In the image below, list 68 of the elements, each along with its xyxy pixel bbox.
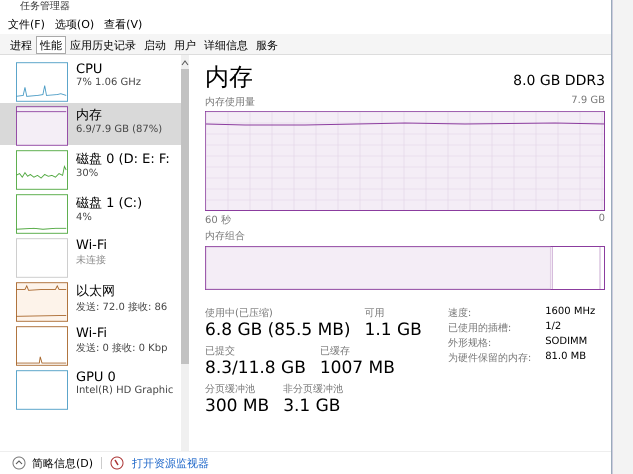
scrollbar[interactable] bbox=[181, 55, 190, 451]
resource-monitor-link[interactable]: 打开资源监视器 bbox=[132, 456, 210, 470]
stat-value: 300 MB bbox=[205, 396, 270, 416]
detail-value: 81.0 MB bbox=[545, 351, 588, 364]
sidebar-item[interactable]: 磁盘 1 (C:) 4% bbox=[0, 191, 182, 233]
stat-label: 可用 bbox=[364, 307, 386, 320]
item-detail: 6.9/7.9 GB (87%) bbox=[76, 124, 162, 135]
stat-value: 1007 MB bbox=[320, 358, 395, 378]
tab[interactable]: 服务 bbox=[252, 36, 282, 54]
tab[interactable]: 启动 bbox=[140, 36, 170, 54]
menu-item[interactable]: 选项(O) bbox=[54, 16, 94, 32]
menu-item[interactable]: 文件(F) bbox=[8, 16, 45, 32]
item-detail: 发送: 0 接收: 0 Kbp bbox=[76, 342, 168, 355]
gauge-icon bbox=[110, 456, 124, 470]
axis-label: 0 bbox=[598, 213, 605, 226]
sidebar-item[interactable]: 磁盘 0 (D: E: F: 30% bbox=[0, 147, 182, 189]
chart-label: 内存组合 bbox=[205, 230, 245, 243]
item-detail: 7% 1.06 GHz bbox=[76, 77, 142, 88]
summary-button[interactable]: 简略信息(D) bbox=[12, 456, 94, 470]
stat-value: 1.1 GB bbox=[364, 320, 422, 340]
axis-label: 60 秒 bbox=[205, 214, 231, 227]
detail-value: 1/2 bbox=[545, 321, 562, 334]
item-name: GPU 0 bbox=[76, 370, 117, 385]
item-detail: 30% bbox=[76, 168, 100, 179]
stat-value: 3.1 GB bbox=[283, 396, 342, 416]
memory-spec: 8.0 GB DDR3 bbox=[513, 73, 605, 89]
collapse-icon bbox=[12, 456, 26, 470]
stat-label: 已缓存 bbox=[320, 344, 351, 358]
stat-value: 8.3/11.8 GB bbox=[205, 358, 306, 378]
item-detail: Intel(R) HD Graphic bbox=[76, 385, 174, 396]
item-name: 磁盘 1 (C:) bbox=[76, 195, 142, 212]
sidebar-item[interactable]: GPU 0 Intel(R) HD Graphic bbox=[0, 367, 182, 409]
detail-value: 1600 MHz bbox=[545, 306, 596, 319]
item-detail: 4% bbox=[76, 212, 93, 223]
tab[interactable]: 进程 bbox=[6, 36, 36, 54]
detail-label: 为硬件保留的内存: bbox=[448, 352, 532, 365]
item-name: Wi-Fi bbox=[76, 326, 108, 341]
stat-value: 6.8 GB (85.5 MB) bbox=[205, 320, 351, 340]
sidebar-item[interactable]: 内存 6.9/7.9 GB (87%) bbox=[0, 103, 182, 145]
item-name: 内存 bbox=[76, 107, 103, 124]
detail-value: SODIMM bbox=[545, 336, 588, 349]
chart-max-label: 7.9 GB bbox=[571, 95, 605, 108]
item-detail: 发送: 72.0 接收: 86 bbox=[76, 300, 168, 314]
item-detail: 未连接 bbox=[76, 254, 107, 267]
stat-label: 非分页缓冲池 bbox=[283, 382, 344, 396]
sidebar-item[interactable]: CPU 7% 1.06 GHz bbox=[0, 59, 182, 101]
item-name: CPU bbox=[76, 62, 104, 77]
sidebar-item[interactable]: Wi-Fi 未连接 bbox=[0, 235, 182, 277]
scroll-up-icon[interactable] bbox=[181, 59, 190, 67]
panel-title: 内存 bbox=[205, 62, 253, 93]
tab[interactable]: 应用历史记录 bbox=[66, 36, 140, 54]
menu-item[interactable]: 查看(V) bbox=[104, 16, 142, 32]
detail-label: 外形规格: bbox=[448, 336, 492, 350]
stat-label: 使用中(已压缩) bbox=[205, 306, 274, 320]
detail-label: 已使用的插槽: bbox=[448, 322, 512, 335]
tab[interactable]: 用户 bbox=[170, 36, 200, 54]
sidebar-item[interactable]: Wi-Fi 发送: 0 接收: 0 Kbp bbox=[0, 323, 182, 365]
stat-label: 分页缓冲池 bbox=[205, 382, 256, 396]
item-name: 磁盘 0 (D: E: F: bbox=[76, 151, 170, 168]
sidebar-item[interactable]: 以太网 发送: 72.0 接收: 86 bbox=[0, 279, 182, 321]
window-title: 任务管理器 bbox=[19, 0, 71, 14]
detail-label: 速度: bbox=[448, 306, 472, 320]
item-name: Wi-Fi bbox=[76, 238, 108, 253]
item-name: 以太网 bbox=[76, 283, 116, 300]
chart-label: 内存使用量 bbox=[205, 96, 255, 109]
tab[interactable]: 详细信息 bbox=[200, 36, 252, 54]
stat-label: 已提交 bbox=[205, 344, 236, 358]
tab[interactable]: 性能 bbox=[36, 36, 66, 54]
